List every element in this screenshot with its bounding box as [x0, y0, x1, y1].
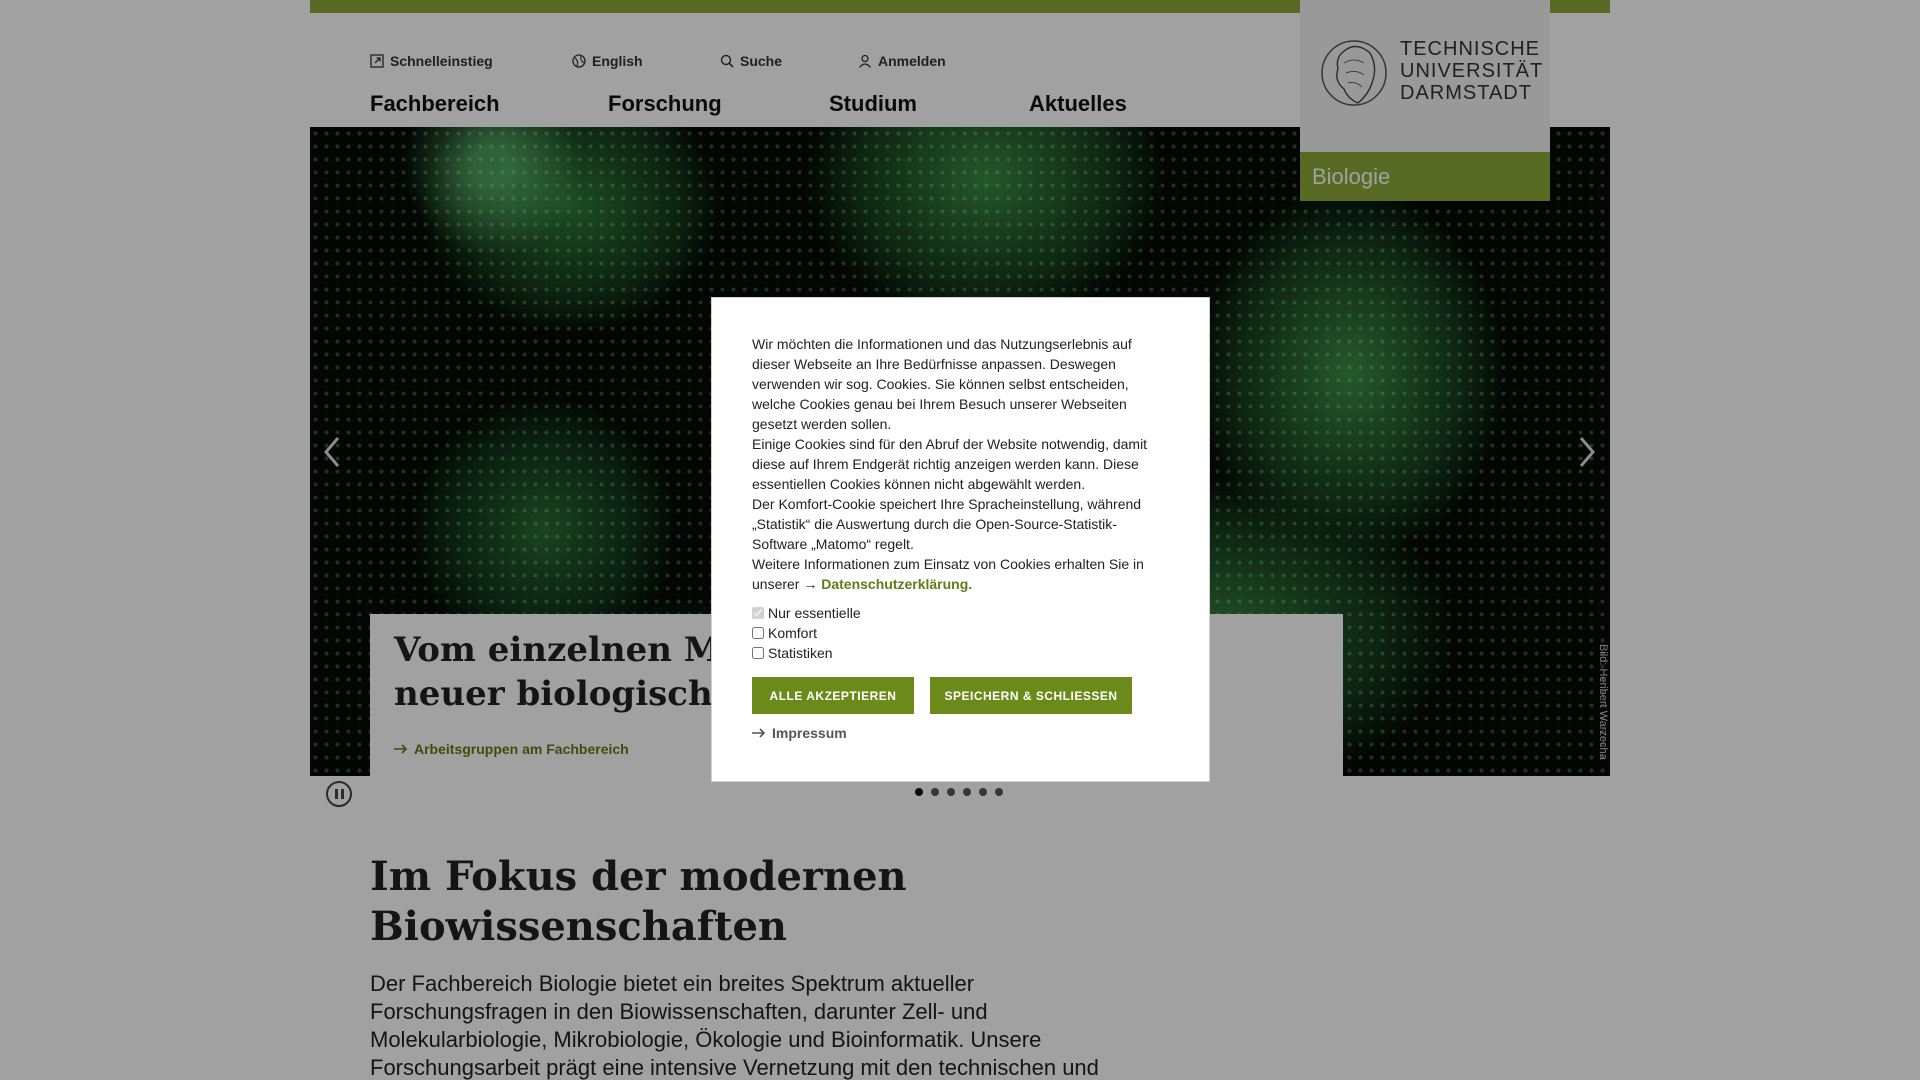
option-comfort[interactable]: Komfort	[752, 623, 861, 643]
cookie-text: Wir möchten die Informationen und das Nu…	[752, 334, 1172, 594]
cookie-options: Nur essentielle Komfort Statistiken	[752, 603, 861, 663]
essential-label: Nur essentielle	[768, 605, 861, 621]
save-close-button[interactable]: SPEICHERN & SCHLIESSEN	[930, 677, 1132, 714]
cookie-consent-dialog: Wir möchten die Informationen und das Nu…	[711, 297, 1210, 782]
comfort-label: Komfort	[768, 625, 818, 641]
impressum-label: Impressum	[772, 725, 847, 741]
essential-checkbox	[752, 607, 764, 619]
accept-all-button[interactable]: ALLE AKZEPTIEREN	[752, 677, 914, 714]
comfort-checkbox[interactable]	[752, 627, 764, 639]
option-essential: Nur essentielle	[752, 603, 861, 623]
cookie-paragraph-3: Der Komfort-Cookie speichert Ihre Sprach…	[752, 496, 1142, 552]
cookie-paragraph-1: Wir möchten die Informationen und das Nu…	[752, 336, 1132, 432]
statistics-checkbox[interactable]	[752, 647, 764, 659]
cookie-paragraph-4: Weitere Informationen zum Einsatz von Co…	[752, 554, 1172, 594]
arrow-right-icon: →	[803, 576, 818, 592]
statistics-label: Statistiken	[768, 645, 833, 661]
option-statistics[interactable]: Statistiken	[752, 643, 861, 663]
privacy-policy-link[interactable]: Datenschutzerklärung.	[821, 576, 972, 592]
arrow-right-icon	[752, 728, 766, 738]
cookie-paragraph-2: Einige Cookies sind für den Abruf der We…	[752, 436, 1148, 492]
impressum-link[interactable]: Impressum	[752, 725, 847, 741]
